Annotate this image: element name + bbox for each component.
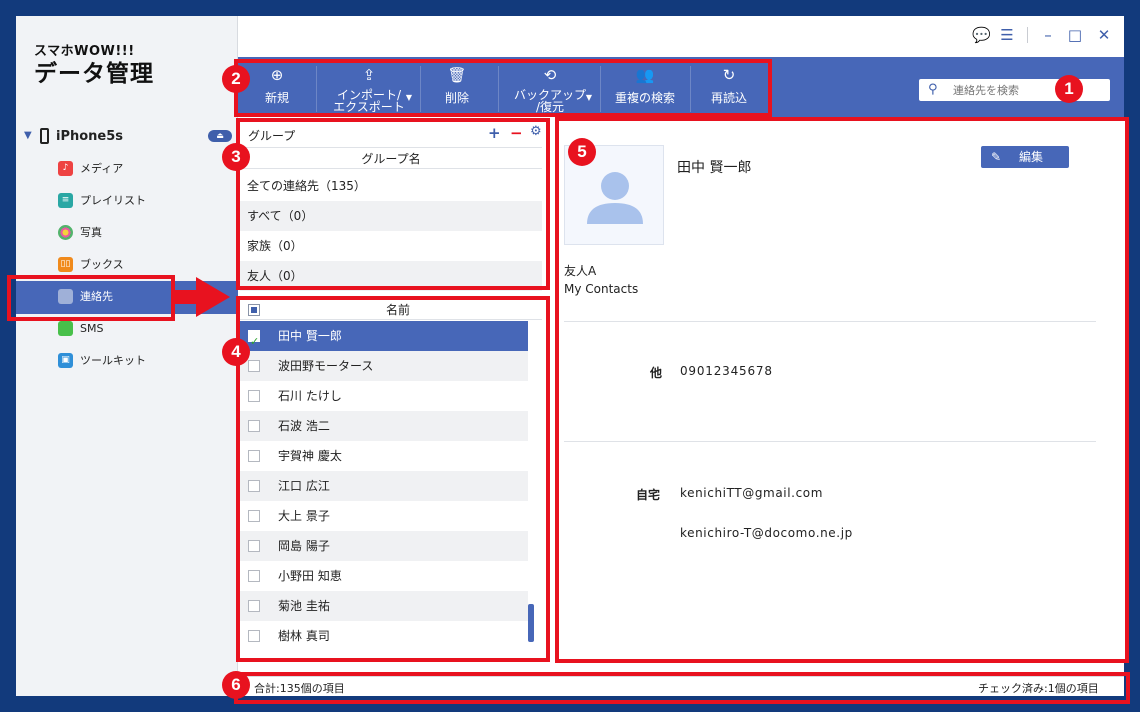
annotation-box-detail <box>555 117 1129 663</box>
annotation-badge-5: 5 <box>568 138 596 166</box>
search-input[interactable] <box>951 81 1065 101</box>
titlebar-divider <box>1027 27 1028 43</box>
sidebar-item-label: ブックス <box>80 258 124 271</box>
feedback-icon[interactable]: 💬 <box>972 26 991 44</box>
annotation-badge-4: 4 <box>222 338 250 366</box>
sidebar-item-toolkit[interactable]: ▣ ツールキット <box>56 349 236 373</box>
playlist-icon: ≡ <box>58 193 73 208</box>
sidebar-item-media[interactable]: ♪ メディア <box>56 157 236 181</box>
annotation-box-groups <box>236 118 550 290</box>
sidebar-item-label: ツールキット <box>80 354 146 367</box>
annotation-badge-3: 3 <box>222 143 250 171</box>
device-name: iPhone5s <box>56 129 124 144</box>
books-icon: ▯▯ <box>58 257 73 272</box>
phone-icon <box>40 128 49 144</box>
eject-button[interactable]: ⏏ <box>208 130 232 142</box>
search-icon: ⚲ <box>928 82 938 97</box>
expand-arrow-icon[interactable]: ▼ <box>24 130 32 141</box>
sidebar-item-photos[interactable]: 写真 <box>56 221 236 245</box>
device-row[interactable]: ▼ iPhone5s ⏏ <box>22 128 234 148</box>
sidebar-item-label: プレイリスト <box>80 194 146 207</box>
sidebar-item-playlist[interactable]: ≡ プレイリスト <box>56 189 236 213</box>
annotation-box-contacts <box>236 296 550 662</box>
sms-icon <box>58 321 73 336</box>
annotation-box-toolbar <box>234 59 772 117</box>
menu-icon[interactable]: ☰ <box>998 26 1016 44</box>
annotation-arrow-head <box>196 277 230 317</box>
music-icon: ♪ <box>58 161 73 176</box>
annotation-box-status <box>234 672 1130 704</box>
close-icon[interactable]: ✕ <box>1095 26 1113 44</box>
toolkit-icon: ▣ <box>58 353 73 368</box>
photos-icon <box>58 225 73 240</box>
annotation-badge-1: 1 <box>1055 75 1083 103</box>
sidebar-item-label: メディア <box>80 162 124 175</box>
annotation-box-contacts-nav <box>7 275 175 321</box>
brand-title: データ管理 <box>34 61 154 87</box>
sidebar-item-books[interactable]: ▯▯ ブックス <box>56 253 236 277</box>
minimize-icon[interactable]: – <box>1039 26 1057 44</box>
sidebar-item-label: 写真 <box>80 226 102 239</box>
annotation-badge-6: 6 <box>222 671 250 699</box>
annotation-badge-2: 2 <box>222 65 250 93</box>
maximize-icon[interactable]: □ <box>1066 26 1084 44</box>
